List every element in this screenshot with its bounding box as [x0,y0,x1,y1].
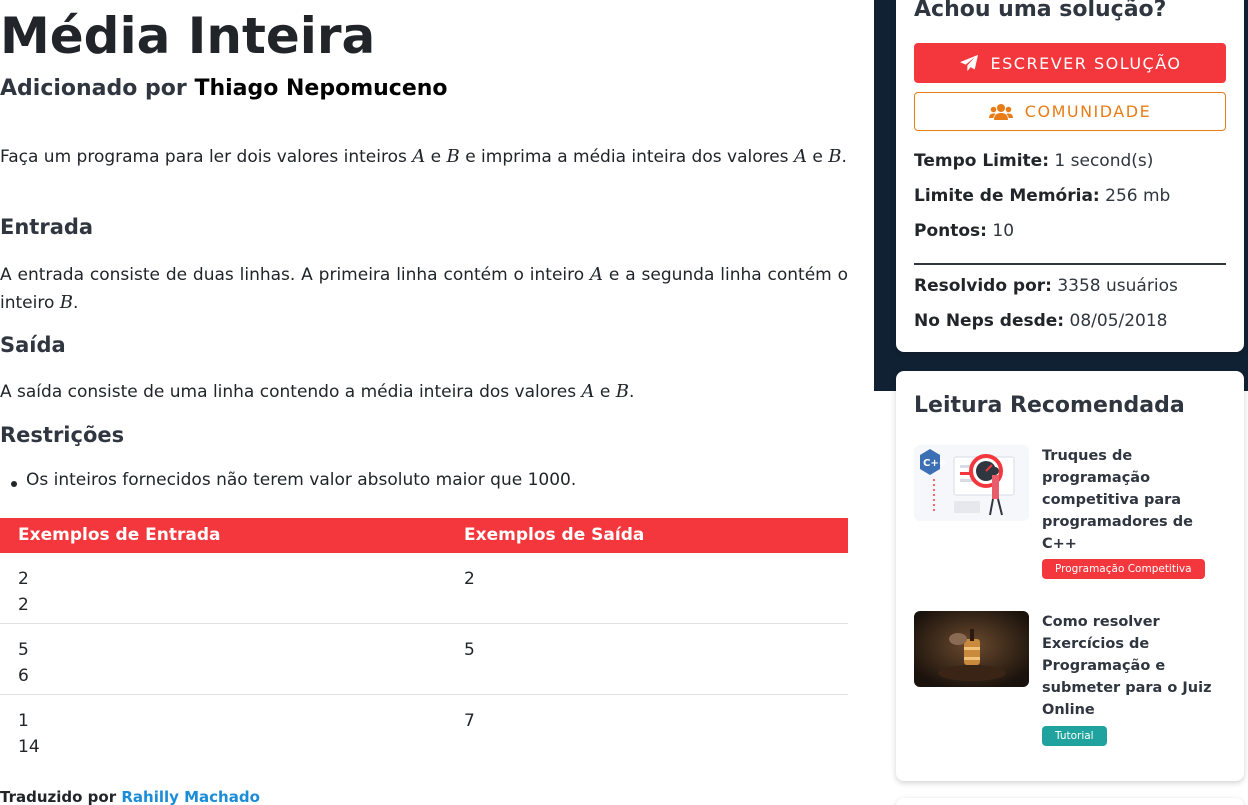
output-text: A saída consiste de uma linha contendo a… [0,382,577,402]
examples-table: Exemplos de Entrada Exemplos de Saída 2 … [0,518,848,766]
reading-category-badge[interactable]: Tutorial [1042,726,1107,746]
reading-thumbnail[interactable] [914,611,1029,687]
memory-limit-label: Limite de Memória: [914,186,1100,206]
var-a: A [793,146,807,167]
author-name[interactable]: Thiago Nepomuceno [194,76,447,101]
period: . [841,147,847,167]
reading-title-link[interactable]: Como resolver Exercícios de Programação … [1042,611,1222,721]
write-solution-button[interactable]: ESCREVER SOLUÇÃO [914,43,1226,83]
conj-text: e [430,147,442,167]
memory-limit: Limite de Memória: 256 mb [914,186,1170,206]
translated-prefix: Traduzido por [0,788,117,805]
solved-by-label: Resolvido por: [914,276,1052,296]
divider [914,263,1226,265]
time-limit-label: Tempo Limite: [914,151,1050,171]
solved-by: Resolvido por: 3358 usuários [914,276,1178,296]
output-description: A saída consiste de uma linha contendo a… [0,378,848,406]
points-label: Pontos: [914,221,987,241]
cpp-speed-illustration: C++ [914,445,1029,521]
table-row: 2 2 2 [0,553,848,624]
var-b: B [828,146,842,167]
example-input: 2 2 [18,569,29,615]
judge-gavel-photo [914,611,1029,687]
input-heading: Entrada [0,215,94,239]
users-icon [988,103,1013,120]
var-b: B [615,381,630,402]
output-heading: Saída [0,333,66,357]
input-examples-header: Exemplos de Entrada [18,525,221,545]
time-limit: Tempo Limite: 1 second(s) [914,151,1153,171]
restriction-text: Os inteiros fornecidos não terem valor a… [26,470,577,490]
output-examples-header: Exemplos de Saída [464,525,645,545]
statement-text: Faça um programa para ler dois valores i… [0,147,407,167]
community-button[interactable]: COMUNIDADE [914,92,1226,131]
problem-title: Média Inteira [0,7,376,65]
bullet-icon [11,481,17,487]
example-input: 5 6 [18,640,29,686]
svg-text:C++: C++ [923,458,947,469]
reading-title-link[interactable]: Truques de programação competitiva para … [1042,445,1222,555]
paper-plane-icon [959,54,978,72]
conj-text: e [812,147,823,167]
var-a: A [590,264,604,285]
examples-header: Exemplos de Entrada Exemplos de Saída [0,518,848,553]
community-label: COMUNIDADE [1024,102,1152,121]
var-a: A [581,381,595,402]
restrictions-heading: Restrições [0,423,125,447]
translator-link[interactable]: Rahilly Machado [121,788,260,805]
points-value: 10 [992,221,1015,241]
translated-by: Traduzido por Rahilly Machado [0,788,260,805]
neps-since-label: No Neps desde: [914,311,1065,331]
neps-since-value: 08/05/2018 [1069,311,1168,331]
period: . [629,382,635,402]
var-b: B [446,146,460,167]
var-b: B [59,292,74,313]
var-a: A [412,146,426,167]
input-text: A entrada consiste de duas linhas. A pri… [0,265,585,285]
example-output: 7 [464,711,475,731]
statement-text: e imprima a média inteira dos valores [465,147,789,167]
solution-card-title: Achou uma solução? [914,0,1167,22]
table-row: 5 6 5 [0,624,848,695]
problem-statement: Faça um programa para ler dois valores i… [0,143,848,171]
solved-by-value: 3358 usuários [1057,276,1178,296]
author-line: Adicionado por Thiago Nepomuceno [0,76,448,101]
recommended-reading-title: Leitura Recomendada [914,393,1185,418]
input-description: A entrada consiste de duas linhas. A pri… [0,261,848,317]
memory-limit-value: 256 mb [1105,186,1171,206]
example-output: 2 [464,569,475,589]
author-prefix: Adicionado por [0,76,187,101]
write-solution-label: ESCREVER SOLUÇÃO [990,53,1182,73]
reading-thumbnail[interactable]: C++ [914,445,1029,521]
example-output: 5 [464,640,475,660]
conj-text: e [599,382,611,402]
example-input: 1 14 [18,711,40,757]
sidebar-next-card [896,798,1244,805]
time-limit-value: 1 second(s) [1054,151,1154,171]
points: Pontos: 10 [914,221,1014,241]
reading-category-badge[interactable]: Programação Competitiva [1042,559,1205,579]
neps-since: No Neps desde: 08/05/2018 [914,311,1168,331]
period: . [73,293,79,313]
table-row: 1 14 7 [0,695,848,766]
